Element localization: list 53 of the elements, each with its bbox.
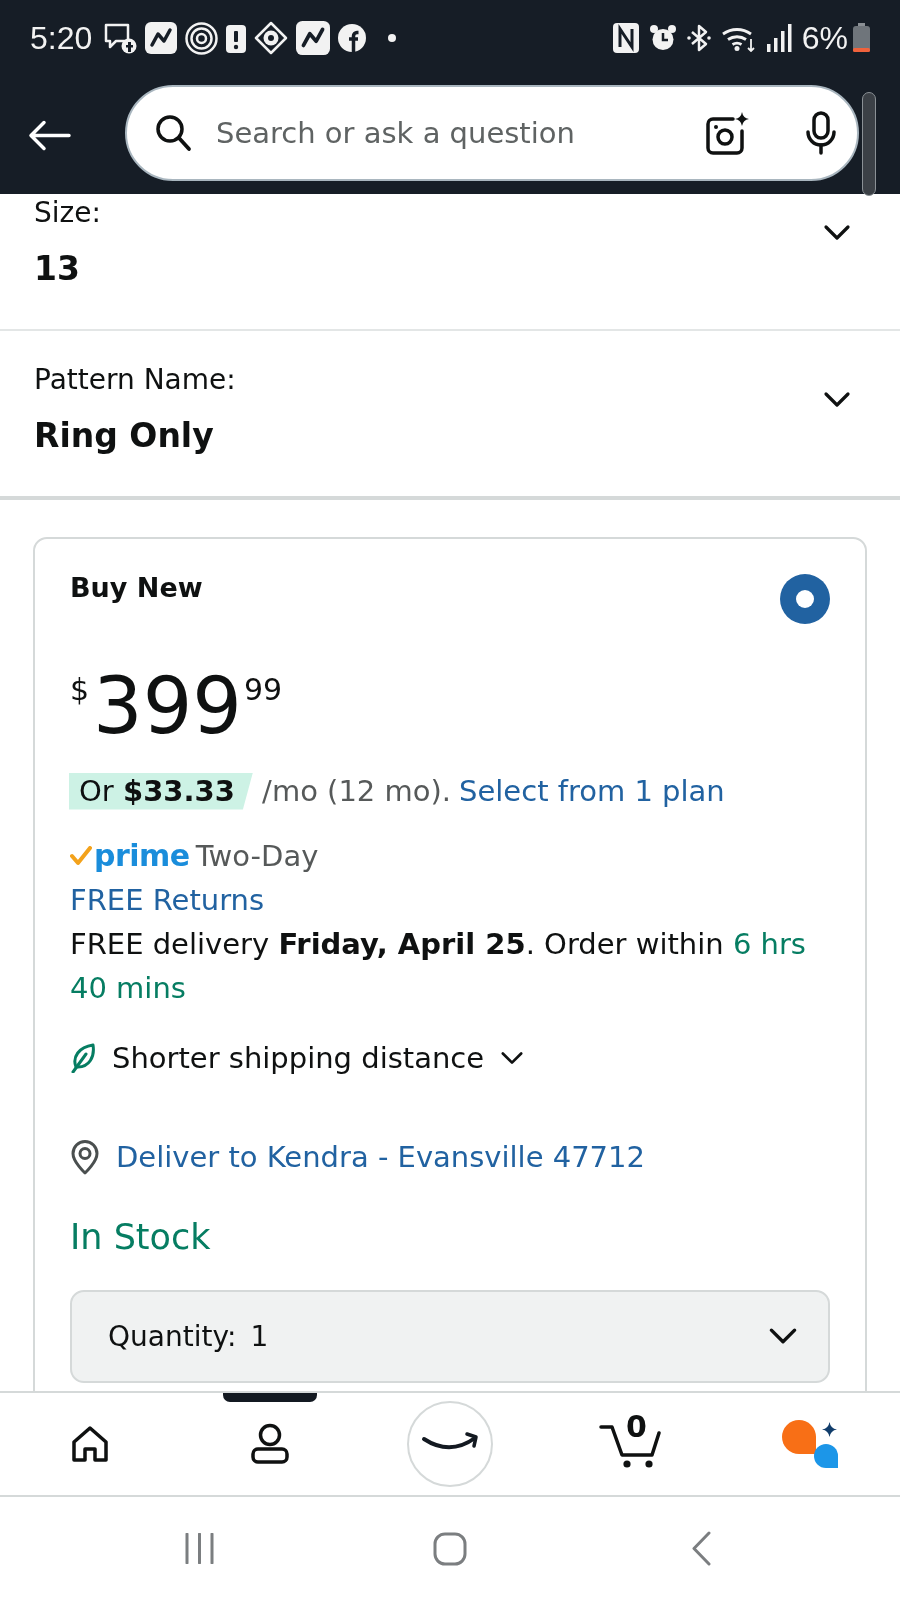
option-value: Ring Only	[34, 415, 214, 457]
delivery-text: FREE delivery Friday, April 25. Order within 6 hrs 40 mins	[70, 926, 807, 1007]
eye-diamond-icon	[254, 21, 289, 55]
leaf-icon	[70, 1043, 96, 1073]
installment-terms: /mo (12 mo).	[262, 774, 452, 808]
home-button-icon[interactable]	[433, 1531, 467, 1566]
back-icon[interactable]	[27, 120, 71, 151]
zigzag-tile-icon	[296, 21, 331, 55]
battery-icon	[852, 23, 871, 53]
chat-bubble-icon	[103, 22, 138, 54]
search-icon	[155, 114, 192, 152]
home-icon	[70, 1425, 110, 1463]
chevron-down-icon[interactable]	[823, 224, 851, 242]
deliver-to-link[interactable]: Deliver to Kendra - Evansville 47712	[116, 1135, 645, 1179]
battery-percent: 6%	[801, 19, 848, 58]
status-time: 5:20	[30, 19, 93, 58]
option-label: Pattern Name:	[34, 362, 236, 398]
f-circle-icon	[338, 24, 367, 52]
signal-icon	[766, 24, 792, 52]
spiral-icon	[185, 21, 219, 55]
search-input[interactable]: Search or ask a question	[216, 113, 665, 153]
alarm-icon	[648, 24, 677, 52]
camera-sparkle-icon[interactable]	[705, 111, 750, 155]
radio-button[interactable]	[780, 574, 830, 624]
option-label: Size:	[34, 195, 101, 231]
person-icon	[249, 1423, 291, 1465]
nav-tab[interactable]: 0	[583, 1393, 677, 1495]
plan-link[interactable]: Select from 1 plan	[459, 774, 725, 808]
zigzag-tile-icon	[145, 22, 178, 54]
stock-status: In Stock	[70, 1216, 212, 1259]
chevron-down-icon	[768, 1327, 798, 1346]
bluetooth-icon	[686, 23, 711, 53]
check-icon	[70, 846, 92, 866]
recents-icon[interactable]	[183, 1533, 215, 1564]
installment-amount: Or $33.33	[69, 772, 253, 810]
offer-title: Buy New	[70, 571, 203, 605]
returns-link[interactable]: FREE Returns	[70, 883, 265, 917]
chevron-down-icon[interactable]	[500, 1050, 525, 1066]
smile-logo-icon	[407, 1401, 493, 1487]
quantity-dropdown[interactable]: Quantity: 1	[70, 1290, 830, 1383]
prime-logo: prime	[94, 837, 190, 875]
delivery-speed: Two-Day	[195, 838, 319, 875]
shipping-note[interactable]: Shorter shipping distance	[112, 1036, 485, 1080]
location-pin-icon	[70, 1139, 100, 1175]
search-field[interactable]: Search or ask a question	[125, 85, 859, 181]
chevron-down-icon[interactable]	[823, 391, 851, 409]
back-chevron-icon[interactable]	[691, 1531, 711, 1566]
dot-icon	[388, 34, 397, 42]
nfc-icon	[612, 23, 639, 53]
chat-bubbles-icon	[781, 1420, 839, 1468]
alert-icon	[226, 23, 247, 53]
option-value: 13	[34, 248, 80, 290]
mic-icon[interactable]	[805, 111, 837, 155]
